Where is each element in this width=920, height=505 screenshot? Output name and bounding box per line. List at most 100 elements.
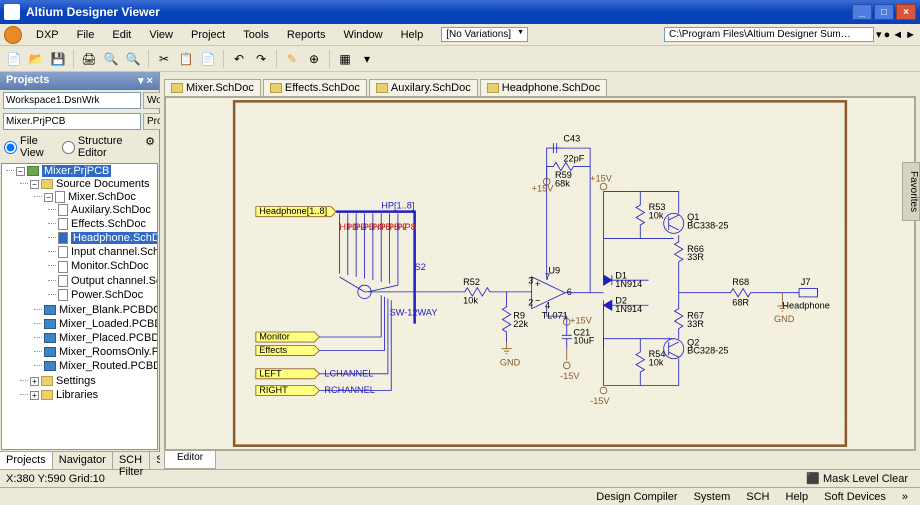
doc-tab-effects[interactable]: Effects.SchDoc (263, 79, 367, 96)
cut-icon[interactable]: ✂ (154, 49, 174, 69)
tree-item-selected: Headphone.SchDoc (58, 231, 157, 245)
svg-text:R52: R52 (463, 277, 480, 287)
panel-close-icon[interactable]: ▾ × (138, 74, 153, 88)
new-icon[interactable]: 📄 (4, 49, 24, 69)
dropdown-icon[interactable]: ▾ (357, 49, 377, 69)
doc-tab-headphone[interactable]: Headphone.SchDoc (480, 79, 607, 96)
menu-project[interactable]: Project (183, 26, 233, 44)
project-tree[interactable]: −Mixer.PrjPCB −Source Documents −Mixer.S… (1, 163, 158, 450)
menu-window[interactable]: Window (335, 26, 390, 44)
favorites-tab[interactable]: Favorites (902, 162, 920, 221)
svg-text:33R: 33R (687, 252, 704, 262)
menu-bar: DXP File Edit View Project Tools Reports… (0, 24, 920, 46)
panel-title: Projects (6, 74, 49, 88)
doc-tab-mixer[interactable]: Mixer.SchDoc (164, 79, 261, 96)
tree-mixer-sch: Mixer.SchDoc (68, 191, 136, 203)
zoom-icon[interactable]: 🔍 (123, 49, 143, 69)
copy-icon[interactable]: 📋 (176, 49, 196, 69)
tab-sch-filter[interactable]: SCH Filter (113, 452, 150, 469)
menu-dxp[interactable]: DXP (28, 26, 67, 44)
file-view-radio[interactable]: File View (4, 135, 52, 159)
tree-pcb: Mixer_Loaded.PCBDOC (44, 317, 157, 331)
svg-text:RIGHT: RIGHT (259, 385, 288, 395)
doc-icon (487, 83, 499, 93)
doc-icon (171, 83, 183, 93)
tab-navigator[interactable]: Navigator (53, 452, 113, 469)
variations-dropdown[interactable]: [No Variations] (441, 27, 528, 42)
minimize-button[interactable]: _ (852, 4, 872, 20)
tab-projects[interactable]: Projects (0, 452, 53, 469)
status-sch[interactable]: SCH (740, 490, 775, 504)
path-go-icon[interactable]: ● (884, 29, 891, 41)
tree-pcb: Mixer_Placed.PCBDOC (44, 331, 157, 345)
status-design-compiler[interactable]: Design Compiler (590, 490, 683, 504)
path-field[interactable]: C:\Program Files\Altium Designer Sum… (664, 27, 874, 42)
svg-text:Effects: Effects (259, 345, 287, 355)
tree-item: Input channel.SchDoc (58, 245, 157, 259)
port-effects: Effects (256, 345, 320, 356)
status-soft-devices[interactable]: Soft Devices (818, 490, 892, 504)
status-help[interactable]: Help (780, 490, 815, 504)
svg-text:+15V: +15V (532, 184, 555, 194)
print-icon[interactable]: 🖨 (79, 49, 99, 69)
menu-view[interactable]: View (141, 26, 181, 44)
close-button[interactable]: × (896, 4, 916, 20)
tree-item: Output channel.SchDoc (58, 274, 157, 288)
open-icon[interactable]: 📂 (26, 49, 46, 69)
maximize-button[interactable]: □ (874, 4, 894, 20)
svg-text:4: 4 (545, 301, 550, 311)
svg-text:+: + (535, 279, 540, 289)
save-icon[interactable]: 💾 (48, 49, 68, 69)
svg-text:S2: S2 (415, 262, 426, 272)
svg-text:HP[1..8]: HP[1..8] (381, 200, 414, 210)
project-input[interactable] (3, 113, 141, 130)
svg-text:68k: 68k (555, 179, 570, 189)
path-fwd-icon[interactable]: ► (905, 29, 916, 41)
highlight-icon[interactable]: ✎ (282, 49, 302, 69)
path-back-icon[interactable]: ◄ (892, 29, 903, 41)
document-tabs: Mixer.SchDoc Effects.SchDoc Auxilary.Sch… (160, 72, 920, 96)
structure-editor-radio[interactable]: Structure Editor (62, 135, 135, 159)
cross-probe-icon[interactable]: ⊕ (304, 49, 324, 69)
svg-text:LEFT: LEFT (259, 368, 282, 378)
dxp-icon[interactable] (4, 26, 22, 44)
svg-text:LCHANNEL: LCHANNEL (324, 368, 373, 378)
svg-text:BC338-25: BC338-25 (687, 220, 728, 230)
menu-reports[interactable]: Reports (279, 26, 334, 44)
editor-area: Mixer.SchDoc Effects.SchDoc Auxilary.Sch… (160, 72, 920, 469)
doc-icon (270, 83, 282, 93)
svg-text:6: 6 (567, 287, 572, 297)
menu-edit[interactable]: Edit (104, 26, 139, 44)
svg-text:10k: 10k (649, 357, 664, 367)
status-pin-icon[interactable]: » (896, 490, 914, 504)
doc-tab-auxilary[interactable]: Auxilary.SchDoc (369, 79, 478, 96)
svg-text:RCHANNEL: RCHANNEL (324, 385, 375, 395)
menu-tools[interactable]: Tools (235, 26, 277, 44)
toolbar: 📄 📂 💾 🖨 🔍 🔍 ✂ 📋 📄 ↶ ↷ ✎ ⊕ ▦ ▾ (0, 46, 920, 72)
redo-icon[interactable]: ↷ (251, 49, 271, 69)
path-dropdown-icon[interactable]: ▾ (876, 28, 882, 41)
tree-libraries: Libraries (56, 389, 98, 401)
schematic-canvas[interactable]: Headphone[1..8] Monitor Effects LEFT LCH… (164, 96, 916, 451)
tree-pcb: Mixer_Routed.PCBDOC (44, 359, 157, 373)
menu-help[interactable]: Help (393, 26, 432, 44)
svg-text:Headphone[1..8]: Headphone[1..8] (259, 206, 327, 216)
workspace-input[interactable] (3, 92, 141, 109)
menu-file[interactable]: File (69, 26, 103, 44)
status-system[interactable]: System (688, 490, 737, 504)
editor-tab[interactable]: Editor (164, 451, 216, 469)
status-maskleft[interactable]: ⬛ Mask Level Clear (800, 471, 914, 486)
svg-text:22k: 22k (513, 319, 528, 329)
undo-icon[interactable]: ↶ (229, 49, 249, 69)
preview-icon[interactable]: 🔍 (101, 49, 121, 69)
tree-settings: Settings (56, 375, 96, 387)
svg-text:Monitor: Monitor (259, 332, 290, 342)
paste-icon[interactable]: 📄 (198, 49, 218, 69)
tree-pcb: Mixer_RoomsOnly.PCBDOC (44, 345, 157, 359)
svg-text:+15V: +15V (590, 174, 613, 184)
svg-text:Headphone: Headphone (782, 301, 830, 311)
panel-settings-icon[interactable]: ⚙ (145, 135, 155, 159)
svg-text:22pF: 22pF (563, 154, 584, 164)
schematic-svg: Headphone[1..8] Monitor Effects LEFT LCH… (166, 98, 914, 449)
list-icon[interactable]: ▦ (335, 49, 355, 69)
